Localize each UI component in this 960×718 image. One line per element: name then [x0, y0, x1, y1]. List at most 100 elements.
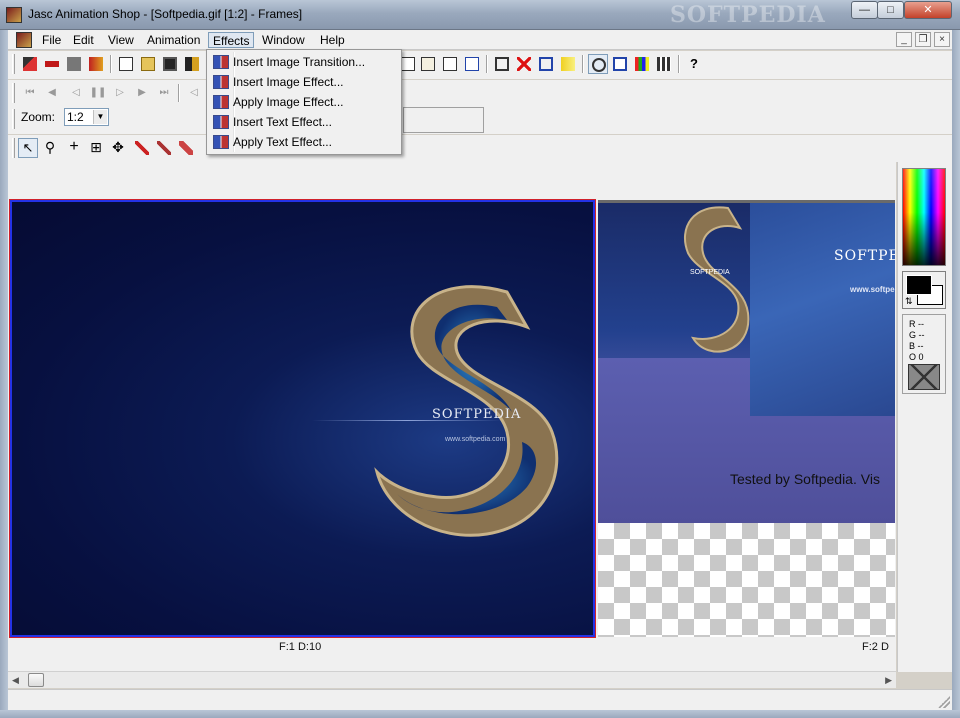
mdi-restore-icon[interactable]: ❐: [915, 32, 931, 47]
mdi-close-icon[interactable]: ×: [934, 32, 950, 47]
frame-1[interactable]: SOFTPEDIA www.softpedia.com: [9, 199, 596, 638]
status-bar: [8, 689, 952, 710]
open-folder-icon[interactable]: [138, 54, 158, 74]
step-icon[interactable]: ◁: [184, 83, 204, 103]
menu-file[interactable]: File: [38, 32, 65, 48]
eraser-icon[interactable]: [176, 138, 196, 158]
menu-animation[interactable]: Animation: [143, 32, 204, 48]
scrollbar-thumb[interactable]: [28, 673, 44, 687]
menu-item-insert-text-effect[interactable]: Insert Text Effect...: [209, 112, 399, 132]
paste-into-icon[interactable]: [462, 54, 482, 74]
wizard-icon[interactable]: [20, 54, 40, 74]
zoom-tool-icon[interactable]: ⚲: [40, 138, 60, 158]
toolbar-grip[interactable]: [12, 138, 15, 158]
batch-icon[interactable]: [86, 54, 106, 74]
menu-item-label: Insert Image Effect...: [233, 75, 344, 89]
titlebar-watermark: SOFTPEDIA: [670, 2, 826, 28]
image-transition-icon: [213, 55, 229, 69]
document-icon[interactable]: [16, 32, 32, 48]
toolbar-group-frame: [403, 107, 484, 133]
menu-item-apply-text-effect[interactable]: Apply Text Effect...: [209, 132, 399, 152]
first-frame-icon[interactable]: ⏮: [20, 83, 40, 103]
tools-toolbar: ↖ ⚲ + ⊞ ✥: [8, 135, 952, 162]
filmstrip-icon[interactable]: [654, 54, 674, 74]
zoom-select[interactable]: 1:2 ▼: [64, 108, 109, 126]
window-title: Jasc Animation Shop - [Softpedia.gif [1:…: [28, 7, 303, 21]
close-button[interactable]: ✕: [904, 1, 952, 19]
minimize-button[interactable]: —: [851, 1, 878, 19]
toolbar-grip[interactable]: [12, 83, 15, 103]
mdi-minimize-icon[interactable]: _: [896, 32, 912, 47]
dropper-icon[interactable]: [132, 138, 152, 158]
frame-2-url: www.softpe: [850, 285, 895, 294]
toolbar-separator: [678, 55, 680, 73]
app-icon[interactable]: [6, 7, 22, 23]
zoom-value: 1:2: [67, 110, 84, 124]
effects-menu: Insert Image Transition... Insert Image …: [206, 49, 402, 155]
crop-frames-icon[interactable]: [492, 54, 512, 74]
pause-icon[interactable]: ❚❚: [88, 83, 108, 103]
menu-item-insert-image-effect[interactable]: Insert Image Effect...: [209, 72, 399, 92]
frame-2-logo: SOFTPE: [834, 248, 895, 264]
maximize-button[interactable]: □: [877, 1, 904, 19]
previous-frame-icon[interactable]: ◀: [42, 83, 62, 103]
main-toolbar: ?: [8, 51, 952, 79]
frame-properties-icon[interactable]: [610, 54, 630, 74]
play-forward-icon[interactable]: ▷: [110, 83, 130, 103]
size-grip-icon[interactable]: [938, 696, 950, 708]
toolbar-separator: [582, 55, 584, 73]
arrow-select-icon[interactable]: ↖: [18, 138, 38, 158]
green-value: G --: [909, 330, 925, 340]
opacity-value: O 0: [909, 352, 924, 362]
swap-colors-icon[interactable]: ⇅: [905, 296, 913, 307]
menu-item-label: Apply Text Effect...: [233, 135, 332, 149]
menu-item-insert-image-transition[interactable]: Insert Image Transition...: [209, 52, 399, 72]
menu-window[interactable]: Window: [258, 32, 309, 48]
last-frame-icon[interactable]: ⏭: [154, 83, 174, 103]
view-animation-icon[interactable]: [588, 54, 608, 74]
frame-2-caption: F:2 D: [862, 641, 889, 653]
menu-view[interactable]: View: [104, 32, 138, 48]
transparent-color-icon[interactable]: [908, 364, 940, 390]
next-frame-icon[interactable]: ▶: [132, 83, 152, 103]
frame-1-logo: SOFTPEDIA: [432, 407, 522, 422]
window-border-right: [952, 30, 960, 718]
menu-effects[interactable]: Effects: [208, 32, 255, 48]
menu-item-label: Apply Image Effect...: [233, 95, 344, 109]
delete-frames-icon[interactable]: [514, 54, 534, 74]
toolbar-separator: [178, 84, 180, 102]
window-border-bottom: [0, 710, 960, 718]
optimize-icon[interactable]: [64, 54, 84, 74]
frame-2-tested-text: Tested by Softpedia. Vis: [730, 471, 880, 487]
horizontal-scrollbar[interactable]: ◀ ▶: [8, 671, 896, 688]
transition-icon[interactable]: [558, 54, 578, 74]
frame-2[interactable]: SOFTPEDIA SOFTPE www.softpe Tested by So…: [598, 200, 895, 637]
banner-wizard-icon[interactable]: [42, 54, 62, 74]
menu-help[interactable]: Help: [316, 32, 349, 48]
toolbar-grip[interactable]: [12, 109, 15, 129]
paste-new-icon[interactable]: [440, 54, 460, 74]
duplicate-frames-icon[interactable]: [536, 54, 556, 74]
foreground-color-swatch[interactable]: [906, 275, 932, 295]
zoom-label: Zoom:: [21, 110, 56, 124]
menu-bar: File Edit View Animation Effects Window …: [8, 30, 952, 50]
menu-item-apply-image-effect[interactable]: Apply Image Effect...: [209, 92, 399, 112]
palette-icon[interactable]: [632, 54, 652, 74]
mover-tool-icon[interactable]: ✥: [108, 138, 128, 158]
save-icon[interactable]: [160, 54, 180, 74]
toolbar-grip[interactable]: [12, 54, 15, 74]
paste-icon[interactable]: [418, 54, 438, 74]
paintbrush-icon[interactable]: [154, 138, 174, 158]
crosshair-icon[interactable]: +: [64, 138, 84, 158]
color-picker[interactable]: [902, 168, 946, 266]
menu-edit[interactable]: Edit: [69, 32, 98, 48]
text-effect-icon: [213, 115, 229, 129]
chevron-down-icon[interactable]: ▼: [93, 110, 107, 124]
crop-tool-icon[interactable]: ⊞: [86, 138, 106, 158]
scroll-left-icon[interactable]: ◀: [12, 675, 19, 686]
context-help-icon[interactable]: ?: [684, 54, 704, 74]
scroll-right-icon[interactable]: ▶: [885, 675, 892, 686]
new-file-icon[interactable]: [116, 54, 136, 74]
play-backward-icon[interactable]: ◁: [66, 83, 86, 103]
save-as-icon[interactable]: [182, 54, 202, 74]
